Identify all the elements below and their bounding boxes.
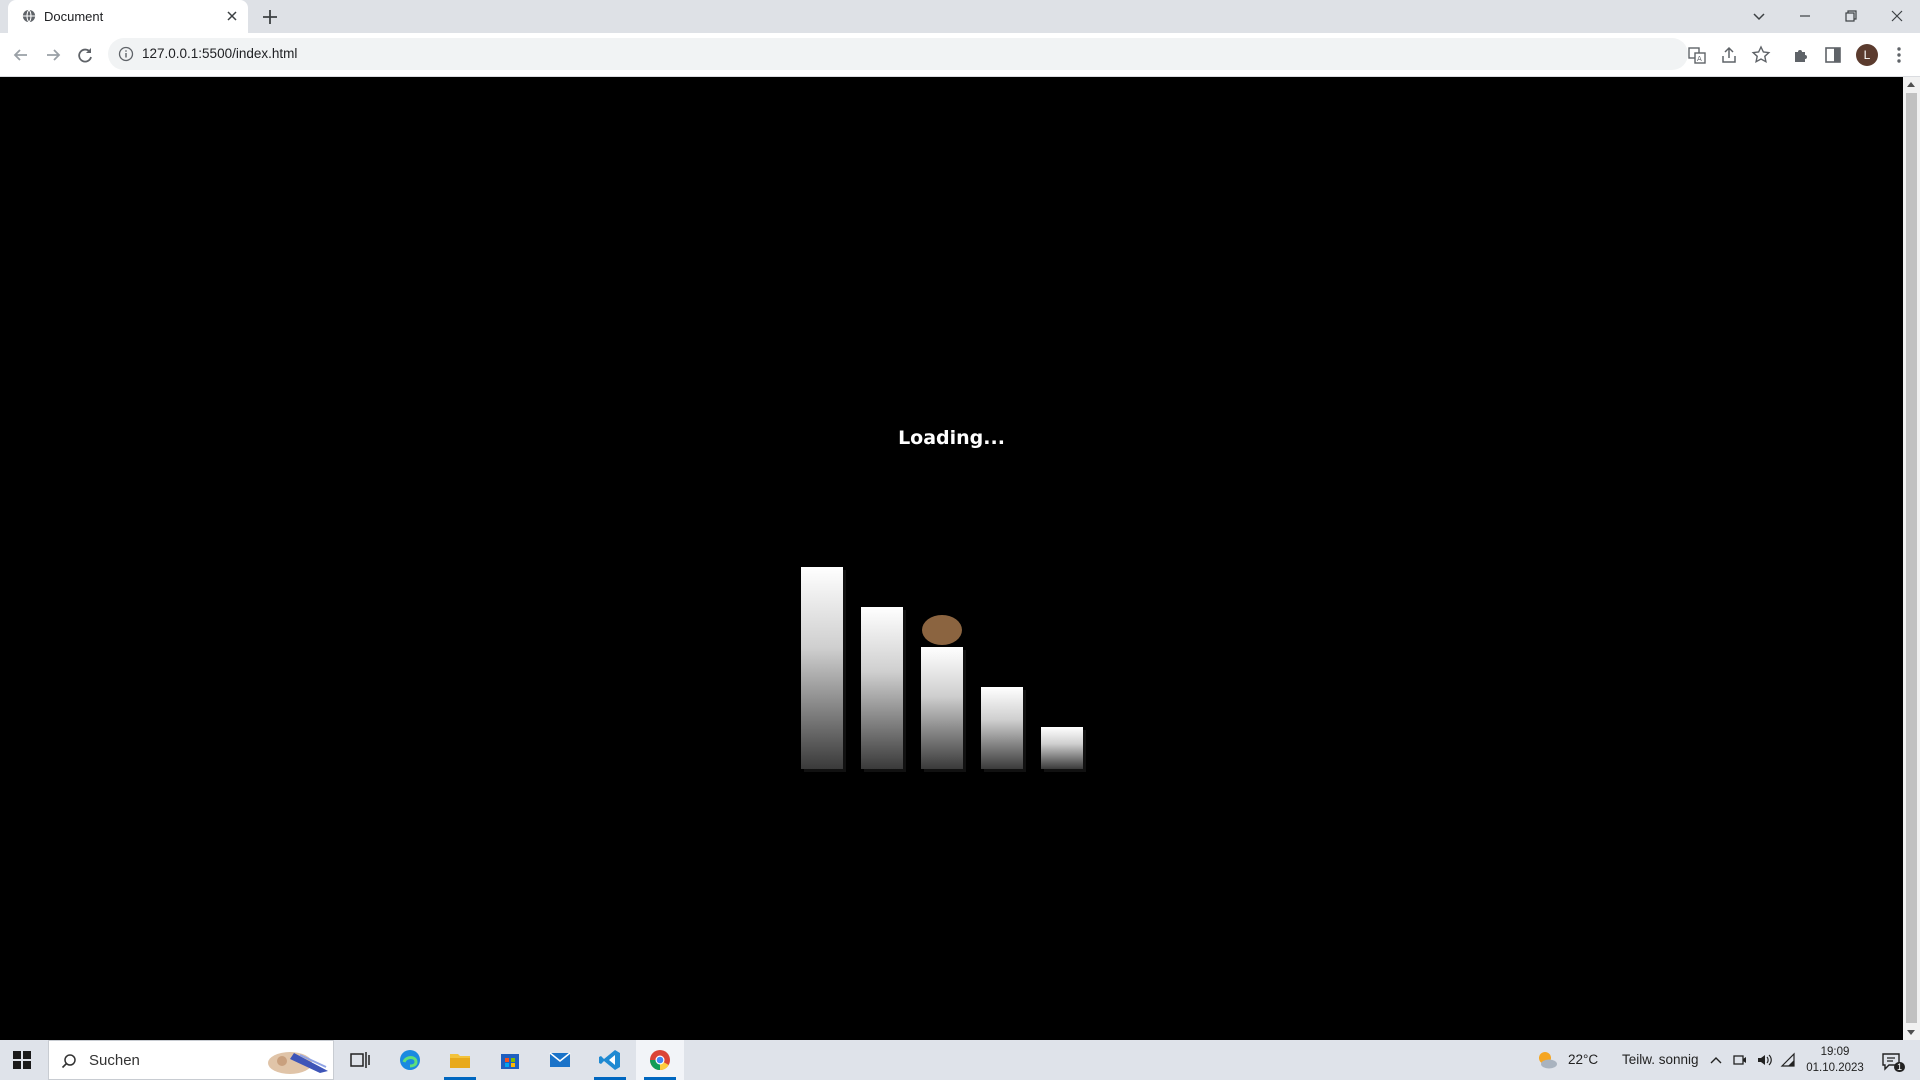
windows-start-icon[interactable] [12, 1050, 32, 1070]
taskbar-clock[interactable]: 19:09 01.10.2023 [1804, 1044, 1866, 1076]
svg-text:A: A [1697, 55, 1702, 63]
clock-time: 19:09 [1820, 1046, 1850, 1058]
clock-date: 01.10.2023 [1806, 1062, 1864, 1074]
site-info-icon[interactable] [118, 46, 134, 62]
kebab-menu-icon[interactable] [1888, 44, 1910, 66]
store-icon [501, 1054, 519, 1069]
side-panel-icon[interactable] [1822, 44, 1844, 66]
notification-count-badge: 1 [1894, 1062, 1906, 1072]
mail-icon [549, 1052, 571, 1067]
forward-arrow-icon[interactable] [42, 44, 64, 66]
loader-bar-5 [1041, 727, 1083, 769]
scroll-thumb[interactable] [1906, 93, 1917, 1023]
address-bar[interactable]: 127.0.0.1:5500/index.html [108, 38, 1688, 70]
loading-text: Loading... [898, 427, 1005, 449]
weather-description[interactable]: Teilw. sonnig [1622, 1052, 1699, 1067]
chrome-icon [649, 1050, 670, 1071]
extensions-puzzle-icon[interactable] [1790, 44, 1812, 66]
close-window-button[interactable] [1886, 6, 1908, 26]
store-taskbar-button[interactable] [486, 1040, 534, 1080]
chrome-taskbar-button[interactable] [636, 1040, 684, 1080]
translate-icon[interactable]: A [1686, 44, 1708, 66]
search-highlight-illustration [268, 1052, 328, 1074]
taskbar-search-box[interactable]: Suchen [48, 1040, 334, 1080]
network-icon[interactable] [1780, 1052, 1796, 1068]
meet-now-icon[interactable] [1732, 1052, 1748, 1068]
task-view-icon [350, 1052, 370, 1068]
browser-toolbar: 127.0.0.1:5500/index.html A L [0, 33, 1920, 77]
tab-search-icon[interactable] [1748, 6, 1770, 26]
tab-title: Document [44, 9, 104, 24]
loader-bar-1 [801, 567, 843, 769]
url-text[interactable]: 127.0.0.1:5500/index.html [142, 46, 297, 61]
task-view-button[interactable] [336, 1040, 384, 1080]
scroll-up-arrow[interactable] [1907, 82, 1915, 87]
chevron-up-icon[interactable] [1708, 1052, 1724, 1068]
edge-taskbar-button[interactable] [386, 1040, 434, 1080]
folder-icon [450, 1054, 470, 1068]
page-viewport: Loading... [0, 77, 1903, 1040]
loader-bar-3 [921, 647, 963, 769]
edge-icon [400, 1050, 420, 1070]
restore-button[interactable] [1840, 6, 1862, 26]
weather-icon[interactable] [1536, 1049, 1558, 1071]
loader-bar-4 [981, 687, 1023, 769]
scroll-down-arrow[interactable] [1907, 1030, 1915, 1035]
bookmark-star-icon[interactable] [1750, 44, 1772, 66]
browser-tab[interactable]: Document [8, 0, 248, 33]
loader-bar-2 [861, 607, 903, 769]
share-icon[interactable] [1718, 44, 1740, 66]
vscode-icon [599, 1050, 620, 1070]
back-arrow-icon[interactable] [10, 44, 32, 66]
minimize-button[interactable] [1794, 6, 1816, 26]
reload-icon[interactable] [74, 44, 96, 66]
weather-temperature[interactable]: 22°C [1568, 1052, 1598, 1067]
close-tab-icon[interactable] [224, 8, 240, 24]
tab-strip: Document [0, 0, 1920, 33]
profile-avatar[interactable]: L [1856, 44, 1878, 66]
new-tab-button[interactable] [260, 7, 280, 27]
vertical-scrollbar[interactable] [1903, 77, 1920, 1040]
search-icon [61, 1054, 76, 1069]
mail-taskbar-button[interactable] [536, 1040, 584, 1080]
bouncing-ball [922, 615, 962, 645]
windows-taskbar: Suchen 22°C Teilw. sonnig 19:09 01.10.20… [0, 1040, 1920, 1080]
file-explorer-taskbar-button[interactable] [436, 1040, 484, 1080]
volume-icon[interactable] [1756, 1052, 1772, 1068]
vscode-taskbar-button[interactable] [586, 1040, 634, 1080]
search-placeholder: Suchen [89, 1052, 140, 1069]
globe-icon [22, 9, 36, 23]
